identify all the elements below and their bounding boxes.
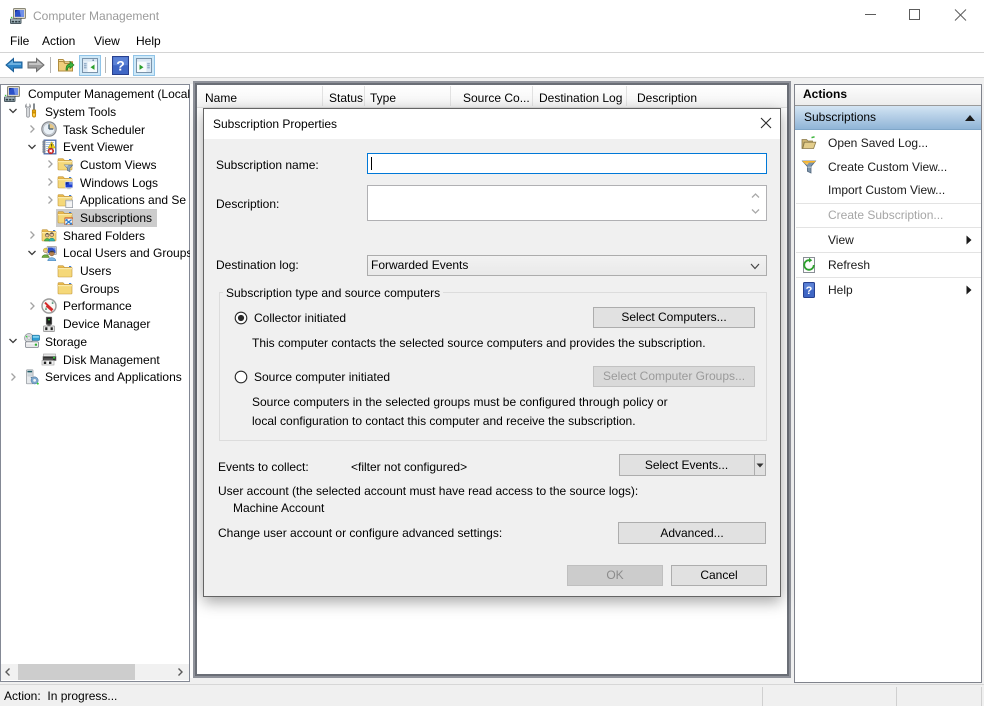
svg-text:?: ? — [806, 285, 813, 297]
svg-text:?: ? — [116, 58, 125, 74]
